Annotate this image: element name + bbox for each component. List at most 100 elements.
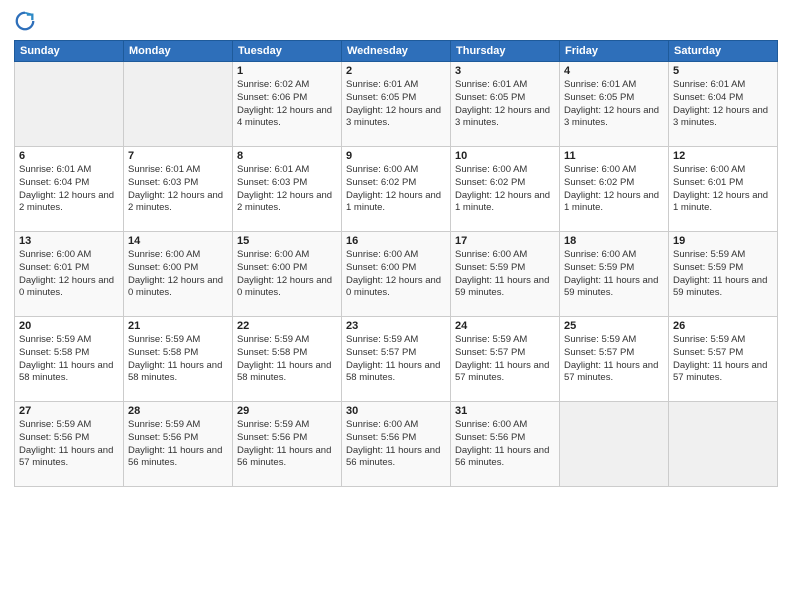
day-cell xyxy=(669,402,778,487)
day-info: Sunrise: 6:00 AM Sunset: 5:59 PM Dayligh… xyxy=(564,249,664,300)
calendar-table: SundayMondayTuesdayWednesdayThursdayFrid… xyxy=(14,40,778,487)
day-cell: 23Sunrise: 5:59 AM Sunset: 5:57 PM Dayli… xyxy=(342,317,451,402)
day-number: 8 xyxy=(237,150,337,162)
day-info: Sunrise: 5:59 AM Sunset: 5:59 PM Dayligh… xyxy=(673,249,773,300)
header-day-wednesday: Wednesday xyxy=(342,41,451,62)
header-row: SundayMondayTuesdayWednesdayThursdayFrid… xyxy=(15,41,778,62)
day-cell: 1Sunrise: 6:02 AM Sunset: 6:06 PM Daylig… xyxy=(233,62,342,147)
day-cell: 18 Sunrise: 6:00 AM Sunset: 5:59 PM Dayli… xyxy=(560,232,669,317)
day-cell: 28 Sunrise: 5:59 AM Sunset: 5:56 PM Dayli… xyxy=(124,402,233,487)
day-info: Sunrise: 5:59 AM Sunset: 5:57 PM Dayligh… xyxy=(455,334,555,385)
day-cell: 20Sunrise: 5:59 AM Sunset: 5:58 PM Dayli… xyxy=(15,317,124,402)
header xyxy=(14,10,778,32)
day-info: Sunrise: 6:01 AM Sunset: 6:04 PM Dayligh… xyxy=(673,79,773,130)
day-info: Sunrise: 6:00 AM Sunset: 5:56 PM Dayligh… xyxy=(455,419,555,470)
day-number: 10 xyxy=(455,150,555,162)
day-info: Sunrise: 6:02 AM Sunset: 6:06 PM Dayligh… xyxy=(237,79,337,130)
day-info: Sunrise: 6:01 AM Sunset: 6:03 PM Dayligh… xyxy=(237,164,337,215)
day-number: 16 xyxy=(346,235,446,247)
day-number: 13 xyxy=(19,235,119,247)
day-number: 24 xyxy=(455,320,555,332)
day-cell: 4 Sunrise: 6:01 AM Sunset: 6:05 PM Daylig… xyxy=(560,62,669,147)
day-number: 19 xyxy=(673,235,773,247)
day-info: Sunrise: 6:00 AM Sunset: 6:01 PM Dayligh… xyxy=(673,164,773,215)
logo-icon xyxy=(14,10,36,32)
day-number: 14 xyxy=(128,235,228,247)
day-info: Sunrise: 6:01 AM Sunset: 6:05 PM Dayligh… xyxy=(346,79,446,130)
day-info: Sunrise: 6:00 AM Sunset: 5:59 PM Dayligh… xyxy=(455,249,555,300)
day-cell: 31 Sunrise: 6:00 AM Sunset: 5:56 PM Dayli… xyxy=(451,402,560,487)
day-cell xyxy=(15,62,124,147)
header-day-monday: Monday xyxy=(124,41,233,62)
day-info: Sunrise: 6:00 AM Sunset: 6:02 PM Dayligh… xyxy=(564,164,664,215)
day-number: 25 xyxy=(564,320,664,332)
day-cell: 3Sunrise: 6:01 AM Sunset: 6:05 PM Daylig… xyxy=(451,62,560,147)
day-info: Sunrise: 5:59 AM Sunset: 5:58 PM Dayligh… xyxy=(19,334,119,385)
day-info: Sunrise: 5:59 AM Sunset: 5:57 PM Dayligh… xyxy=(564,334,664,385)
day-info: Sunrise: 6:00 AM Sunset: 6:02 PM Dayligh… xyxy=(346,164,446,215)
day-cell: 24 Sunrise: 5:59 AM Sunset: 5:57 PM Dayli… xyxy=(451,317,560,402)
day-info: Sunrise: 6:00 AM Sunset: 6:00 PM Dayligh… xyxy=(346,249,446,300)
week-row-4: 27Sunrise: 5:59 AM Sunset: 5:56 PM Dayli… xyxy=(15,402,778,487)
day-number: 2 xyxy=(346,65,446,77)
day-cell: 22 Sunrise: 5:59 AM Sunset: 5:58 PM Dayli… xyxy=(233,317,342,402)
day-number: 30 xyxy=(346,405,446,417)
day-cell: 9 Sunrise: 6:00 AM Sunset: 6:02 PM Daylig… xyxy=(342,147,451,232)
day-cell: 19 Sunrise: 5:59 AM Sunset: 5:59 PM Dayli… xyxy=(669,232,778,317)
day-info: Sunrise: 5:59 AM Sunset: 5:56 PM Dayligh… xyxy=(128,419,228,470)
day-cell: 29 Sunrise: 5:59 AM Sunset: 5:56 PM Dayli… xyxy=(233,402,342,487)
day-number: 31 xyxy=(455,405,555,417)
day-cell: 8 Sunrise: 6:01 AM Sunset: 6:03 PM Daylig… xyxy=(233,147,342,232)
week-row-3: 20Sunrise: 5:59 AM Sunset: 5:58 PM Dayli… xyxy=(15,317,778,402)
day-number: 21 xyxy=(128,320,228,332)
day-info: Sunrise: 5:59 AM Sunset: 5:56 PM Dayligh… xyxy=(237,419,337,470)
day-cell: 10Sunrise: 6:00 AM Sunset: 6:02 PM Dayli… xyxy=(451,147,560,232)
day-number: 11 xyxy=(564,150,664,162)
page: SundayMondayTuesdayWednesdayThursdayFrid… xyxy=(0,0,792,612)
day-info: Sunrise: 6:01 AM Sunset: 6:05 PM Dayligh… xyxy=(564,79,664,130)
day-number: 26 xyxy=(673,320,773,332)
header-day-saturday: Saturday xyxy=(669,41,778,62)
day-number: 15 xyxy=(237,235,337,247)
day-cell: 21 Sunrise: 5:59 AM Sunset: 5:58 PM Dayli… xyxy=(124,317,233,402)
day-info: Sunrise: 5:59 AM Sunset: 5:57 PM Dayligh… xyxy=(673,334,773,385)
day-info: Sunrise: 6:01 AM Sunset: 6:03 PM Dayligh… xyxy=(128,164,228,215)
logo xyxy=(14,10,40,32)
day-info: Sunrise: 6:00 AM Sunset: 5:56 PM Dayligh… xyxy=(346,419,446,470)
week-row-0: 1Sunrise: 6:02 AM Sunset: 6:06 PM Daylig… xyxy=(15,62,778,147)
day-info: Sunrise: 6:01 AM Sunset: 6:04 PM Dayligh… xyxy=(19,164,119,215)
day-cell: 5Sunrise: 6:01 AM Sunset: 6:04 PM Daylig… xyxy=(669,62,778,147)
day-cell: 14 Sunrise: 6:00 AM Sunset: 6:00 PM Dayli… xyxy=(124,232,233,317)
day-cell xyxy=(124,62,233,147)
day-cell: 11 Sunrise: 6:00 AM Sunset: 6:02 PM Dayli… xyxy=(560,147,669,232)
day-info: Sunrise: 5:59 AM Sunset: 5:58 PM Dayligh… xyxy=(128,334,228,385)
day-info: Sunrise: 6:01 AM Sunset: 6:05 PM Dayligh… xyxy=(455,79,555,130)
header-day-tuesday: Tuesday xyxy=(233,41,342,62)
day-cell: 30 Sunrise: 6:00 AM Sunset: 5:56 PM Dayli… xyxy=(342,402,451,487)
day-info: Sunrise: 6:00 AM Sunset: 6:00 PM Dayligh… xyxy=(237,249,337,300)
day-number: 18 xyxy=(564,235,664,247)
day-cell: 16 Sunrise: 6:00 AM Sunset: 6:00 PM Dayli… xyxy=(342,232,451,317)
day-number: 22 xyxy=(237,320,337,332)
day-info: Sunrise: 6:00 AM Sunset: 6:00 PM Dayligh… xyxy=(128,249,228,300)
calendar-header: SundayMondayTuesdayWednesdayThursdayFrid… xyxy=(15,41,778,62)
day-cell xyxy=(560,402,669,487)
week-row-1: 6 Sunrise: 6:01 AM Sunset: 6:04 PM Daylig… xyxy=(15,147,778,232)
day-number: 23 xyxy=(346,320,446,332)
day-number: 6 xyxy=(19,150,119,162)
calendar-body: 1Sunrise: 6:02 AM Sunset: 6:06 PM Daylig… xyxy=(15,62,778,487)
day-number: 4 xyxy=(564,65,664,77)
day-info: Sunrise: 5:59 AM Sunset: 5:58 PM Dayligh… xyxy=(237,334,337,385)
day-number: 28 xyxy=(128,405,228,417)
day-info: Sunrise: 6:00 AM Sunset: 6:01 PM Dayligh… xyxy=(19,249,119,300)
header-day-thursday: Thursday xyxy=(451,41,560,62)
week-row-2: 13 Sunrise: 6:00 AM Sunset: 6:01 PM Dayli… xyxy=(15,232,778,317)
day-info: Sunrise: 5:59 AM Sunset: 5:56 PM Dayligh… xyxy=(19,419,119,470)
day-cell: 6 Sunrise: 6:01 AM Sunset: 6:04 PM Daylig… xyxy=(15,147,124,232)
day-number: 7 xyxy=(128,150,228,162)
day-number: 9 xyxy=(346,150,446,162)
day-number: 29 xyxy=(237,405,337,417)
day-number: 12 xyxy=(673,150,773,162)
day-cell: 26 Sunrise: 5:59 AM Sunset: 5:57 PM Dayli… xyxy=(669,317,778,402)
day-cell: 7 Sunrise: 6:01 AM Sunset: 6:03 PM Daylig… xyxy=(124,147,233,232)
